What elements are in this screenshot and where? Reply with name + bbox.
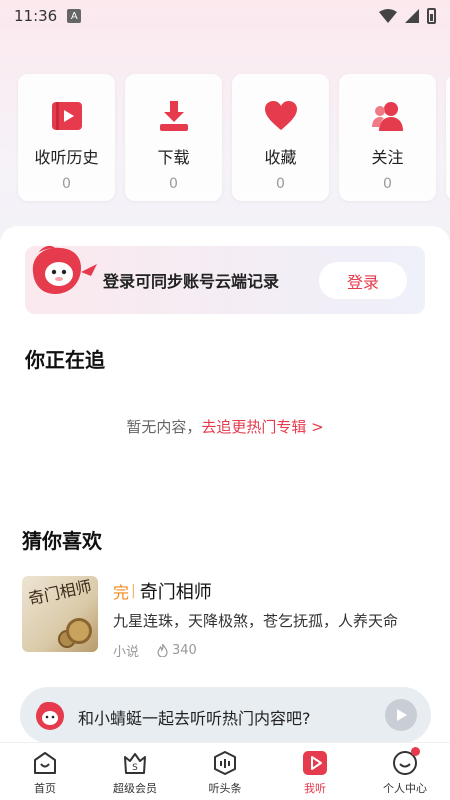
tab-headlines-label: 听头条 <box>208 782 242 795</box>
follow-label: 关注 <box>371 148 404 167</box>
following-title: 你正在追 <box>25 348 105 372</box>
tab-profile-label: 个人中心 <box>383 782 427 795</box>
wifi-icon <box>379 9 397 23</box>
coin-decoration <box>66 618 92 644</box>
book-cover[interactable]: 奇门相师 <box>22 576 98 652</box>
tab-my-listen-label: 我听 <box>304 782 326 795</box>
favorites-label: 收藏 <box>264 148 297 167</box>
notification-dot <box>411 747 420 756</box>
vip-icon: S <box>124 753 146 774</box>
login-banner[interactable]: 登录可同步账号云端记录 登录 <box>25 245 425 314</box>
flame-icon <box>157 644 168 657</box>
book-meta: 小说 340 <box>113 641 197 660</box>
notification-a-icon: A <box>67 9 82 23</box>
play-history-card[interactable]: 收听历史 0 <box>18 74 115 201</box>
tab-profile[interactable]: 个人中心 <box>360 743 450 800</box>
svg-text:S: S <box>132 763 138 773</box>
book-description: 九星连珠，天降极煞，苍乞抚孤，人养天命 <box>113 612 399 630</box>
follow-count: 0 <box>383 176 392 192</box>
bottom-tab-bar: 首页 S 超级会员 听头条 我听 个人中心 <box>0 742 450 800</box>
play-history-label: 收听历史 <box>34 148 99 167</box>
play-history-count: 0 <box>62 176 71 192</box>
more-card-partial[interactable] <box>446 74 450 201</box>
battery-icon <box>427 8 436 24</box>
quick-actions: 收听历史 0 下载 0 收藏 0 关注 0 <box>18 74 450 202</box>
main-panel: 登录可同步账号云端记录 登录 你正在追 暂无内容，去追更热门专辑 > <box>0 226 450 506</box>
status-indicators <box>379 8 436 24</box>
download-icon <box>156 98 192 134</box>
login-button[interactable]: 登录 <box>319 262 407 299</box>
download-card[interactable]: 下载 0 <box>125 74 222 201</box>
book-cover-text: 奇门相师 <box>26 576 94 609</box>
tab-headlines[interactable]: 听头条 <box>180 743 270 800</box>
headline-icon <box>214 751 236 775</box>
go-hot-albums-link[interactable]: 去追更热门专辑 > <box>201 418 323 436</box>
recommend-title: 猜你喜欢 <box>22 529 102 553</box>
book-category: 小说 <box>113 645 140 660</box>
my-listen-icon <box>303 751 327 775</box>
download-label: 下载 <box>157 148 190 167</box>
book-title-row[interactable]: 完 | 奇门相师 <box>113 578 212 604</box>
signal-icon <box>405 9 419 23</box>
status-bar: 11:36 A <box>0 0 450 32</box>
login-banner-text: 登录可同步账号云端记录 <box>103 272 280 291</box>
tag-separator: | <box>131 583 136 599</box>
home-icon <box>34 752 56 774</box>
empty-text: 暂无内容， <box>126 418 202 436</box>
following-empty-state: 暂无内容，去追更热门专辑 > <box>0 416 450 437</box>
mascot-icon <box>32 245 97 294</box>
assistant-chat-bar[interactable]: 和小蜻蜓一起去听听热门内容吧? <box>20 687 431 743</box>
tab-home[interactable]: 首页 <box>0 743 90 800</box>
status-time: 11:36 <box>14 7 58 25</box>
heart-icon <box>263 98 299 134</box>
favorites-card[interactable]: 收藏 0 <box>232 74 329 201</box>
tab-vip-label: 超级会员 <box>113 782 157 795</box>
follow-card[interactable]: 关注 0 <box>339 74 436 201</box>
completed-tag: 完 <box>113 583 130 602</box>
mascot-avatar-icon <box>36 702 64 730</box>
tab-home-label: 首页 <box>34 782 56 795</box>
play-history-icon <box>49 98 85 134</box>
book-title: 奇门相师 <box>139 582 212 603</box>
play-icon <box>397 709 407 721</box>
tab-vip[interactable]: S 超级会员 <box>90 743 180 800</box>
tab-my-listen[interactable]: 我听 <box>270 743 360 800</box>
download-count: 0 <box>169 176 178 192</box>
user-follow-icon <box>370 98 406 134</box>
play-button[interactable] <box>385 699 417 731</box>
chat-prompt-text: 和小蜻蜓一起去听听热门内容吧? <box>78 709 311 728</box>
book-play-count: 340 <box>172 643 197 658</box>
favorites-count: 0 <box>276 176 285 192</box>
